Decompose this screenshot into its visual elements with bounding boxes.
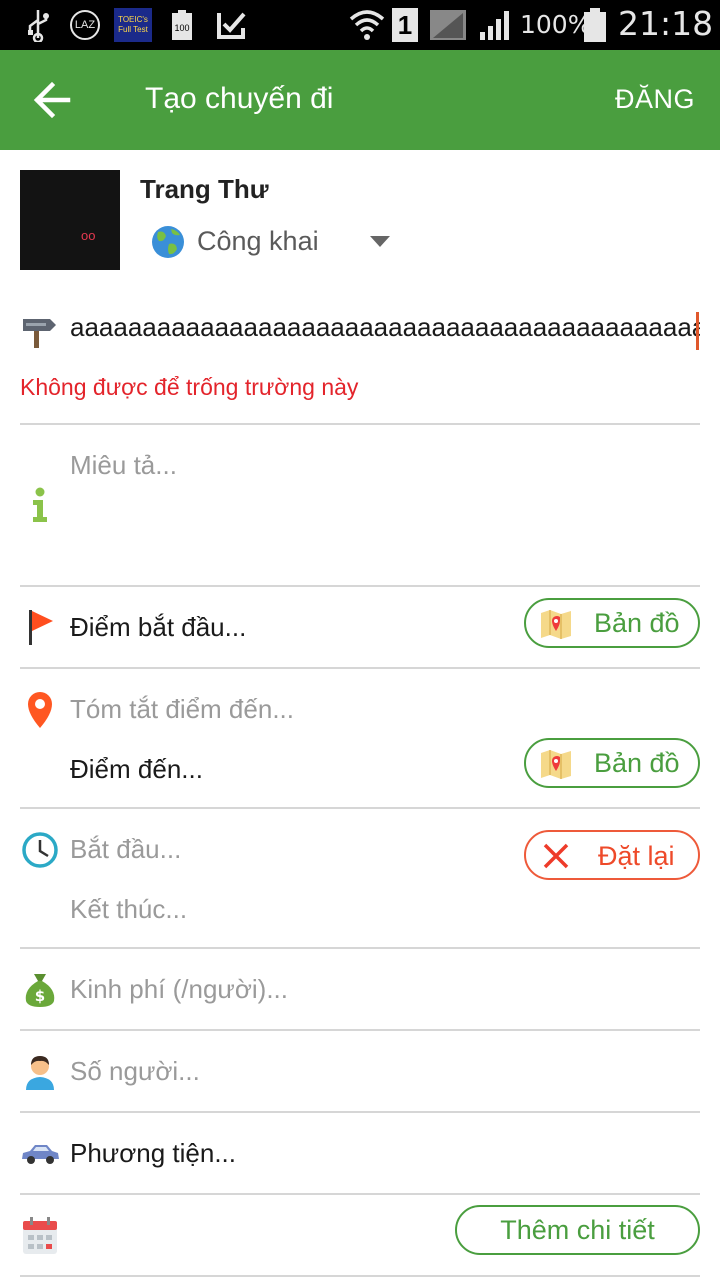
divider (20, 1029, 700, 1031)
people-count-input[interactable]: Số người... (70, 1056, 200, 1087)
text-cursor (696, 312, 699, 350)
battery-saver-icon: 100 (170, 8, 194, 42)
clock-icon (20, 830, 60, 870)
more-details-button[interactable]: Thêm chi tiết (455, 1205, 700, 1255)
clock: 21:18 (618, 4, 714, 43)
divider (20, 1193, 700, 1195)
signpost-icon (20, 310, 60, 350)
start-map-button[interactable]: Bản đồ (524, 598, 700, 648)
signal-sim2-icon (476, 8, 516, 42)
close-icon (543, 843, 569, 869)
reset-time-button[interactable]: Đặt lại (524, 830, 700, 880)
end-time-input[interactable]: Kết thúc... (70, 894, 187, 925)
info-icon (20, 486, 60, 526)
sim-slot-label: 1 (397, 9, 413, 40)
trip-name-input[interactable]: aaaaaaaaaaaaaaaaaaaaaaaaaaaaaaaaaaaaaaaa… (70, 312, 700, 354)
app-bar: Tạo chuyến đi ĐĂNG (0, 50, 720, 150)
post-button[interactable]: ĐĂNG (615, 84, 695, 115)
divider (20, 423, 700, 425)
calendar-icon (20, 1216, 60, 1256)
toeic-icon-label: TOEIC's Full Test (118, 15, 148, 34)
avatar-mark: oo (81, 228, 96, 243)
budget-input[interactable]: Kinh phí (/người)... (70, 974, 288, 1005)
flag-icon (20, 607, 60, 647)
divider (20, 807, 700, 809)
status-bar: LAZ TOEIC's Full Test 100 1 100% 21:18 (0, 0, 720, 50)
globe-icon (152, 226, 184, 258)
error-message: Không được để trống trường này (20, 374, 359, 400)
battery-percent: 100% (520, 10, 592, 39)
laz-app-icon: LAZ (68, 8, 102, 42)
map-icon (541, 610, 571, 639)
toeic-app-icon: TOEIC's Full Test (114, 8, 152, 42)
start-point-input[interactable]: Điểm bắt đầu... (70, 612, 246, 643)
money-bag-icon: $ (20, 970, 60, 1010)
map-icon (541, 750, 571, 779)
divider (20, 585, 700, 587)
battery-icon (582, 8, 608, 42)
arrow-left-icon (33, 81, 71, 119)
usb-icon (20, 8, 56, 42)
reset-button-label: Đặt lại (598, 841, 675, 871)
divider (20, 947, 700, 949)
page-title: Tạo chuyến đi (145, 82, 334, 115)
avatar: oo (20, 170, 120, 270)
dropdown-caret-icon (370, 236, 390, 247)
wifi-icon (348, 8, 386, 42)
divider (20, 1111, 700, 1113)
signal-sim1-icon (428, 8, 468, 42)
location-pin-icon (20, 690, 60, 730)
battery-saver-label: 100 (174, 23, 190, 33)
sim-slot-icon: 1 (392, 8, 418, 42)
person-icon (20, 1052, 60, 1092)
vehicle-input[interactable]: Phương tiện... (70, 1138, 236, 1169)
divider (20, 1275, 700, 1277)
privacy-label: Công khai (197, 226, 319, 256)
privacy-selector[interactable]: Công khai (150, 222, 400, 262)
svg-text:$: $ (35, 987, 45, 1005)
back-button[interactable] (30, 78, 80, 122)
start-time-input[interactable]: Bắt đầu... (70, 834, 181, 865)
destination-summary-input[interactable]: Tóm tắt điểm đến... (70, 694, 294, 725)
destination-map-button[interactable]: Bản đồ (524, 738, 700, 788)
divider (20, 667, 700, 669)
user-name: Trang Thư (140, 174, 269, 204)
map-button-label: Bản đồ (594, 608, 680, 638)
laz-icon-label: LAZ (74, 19, 96, 31)
car-icon (20, 1134, 60, 1174)
tasks-check-icon (214, 8, 248, 42)
map-button-label: Bản đồ (594, 748, 680, 778)
destination-input[interactable]: Điểm đến... (70, 754, 203, 785)
description-input[interactable]: Miêu tả... (70, 450, 177, 481)
